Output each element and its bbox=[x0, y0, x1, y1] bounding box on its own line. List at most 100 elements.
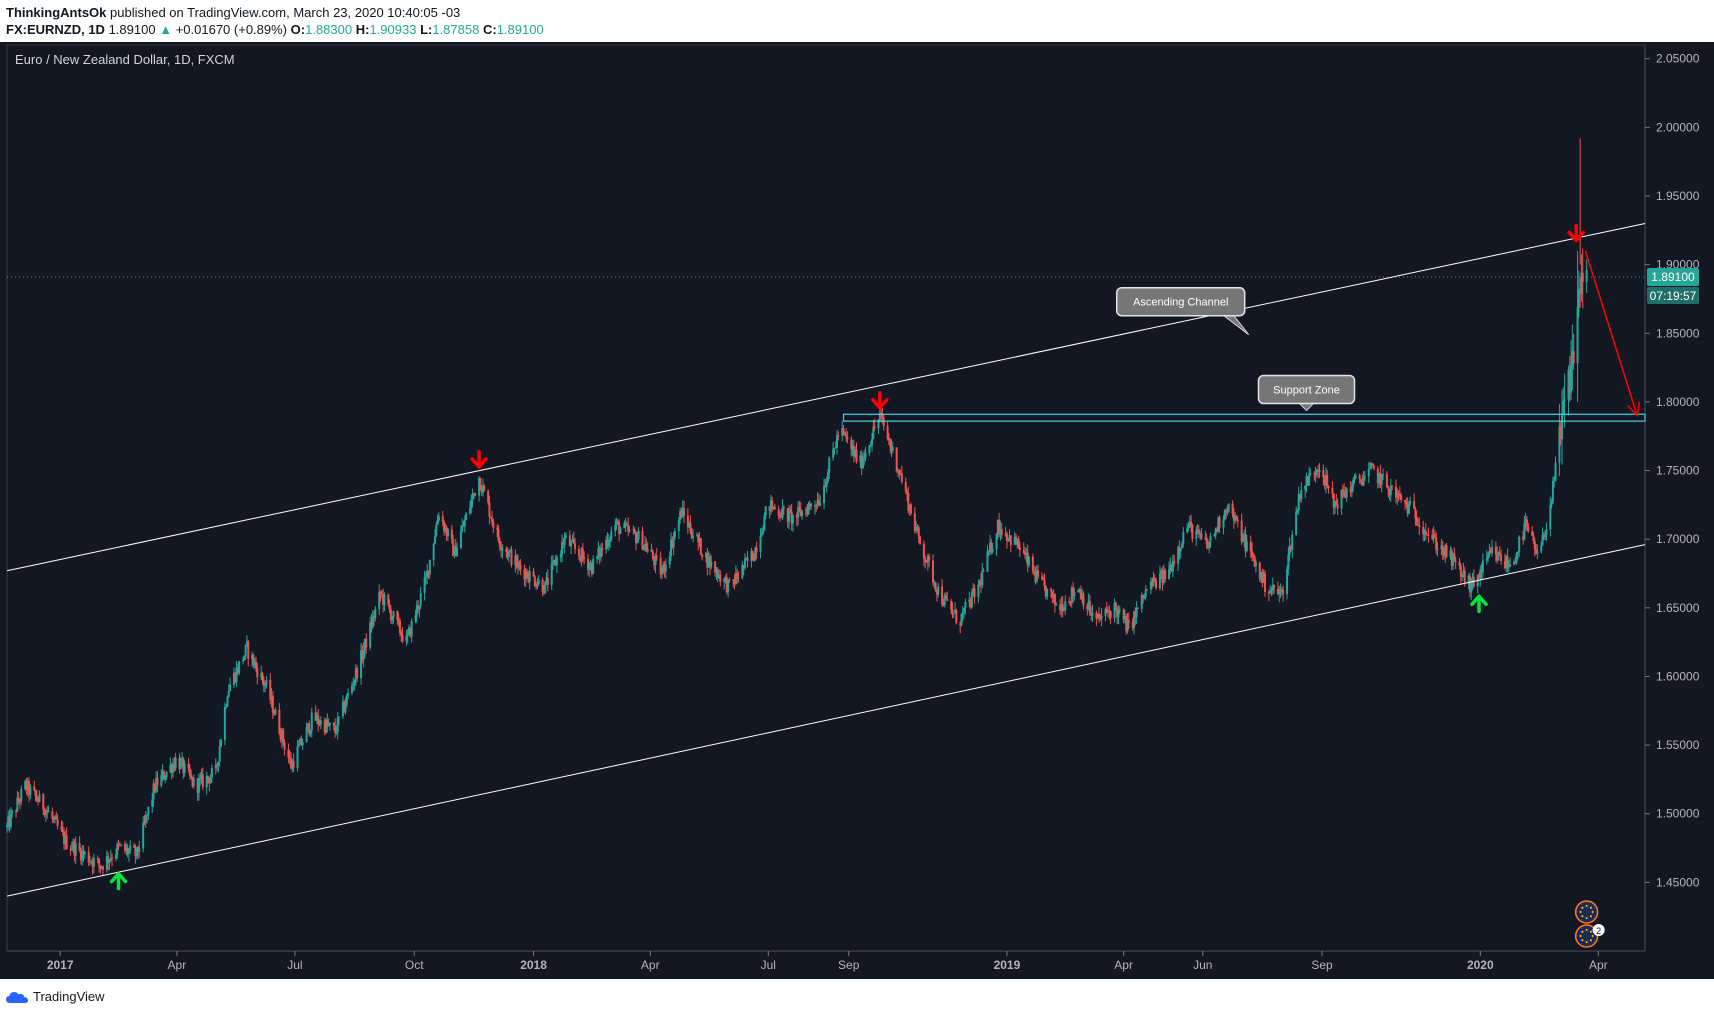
time-tick-label: 2019 bbox=[994, 958, 1021, 972]
candle-body bbox=[56, 819, 59, 827]
high-label: H: bbox=[355, 22, 370, 37]
candle-body bbox=[265, 679, 268, 686]
candle-body bbox=[873, 426, 876, 429]
candle-body bbox=[864, 453, 867, 458]
candle-body bbox=[546, 577, 549, 585]
candle-body bbox=[819, 503, 822, 506]
candle-body bbox=[459, 531, 462, 548]
candle-body bbox=[1168, 569, 1171, 580]
candle-body bbox=[1218, 517, 1221, 528]
candle-body bbox=[465, 513, 468, 520]
event-badge[interactable] bbox=[1574, 900, 1599, 924]
candle-body bbox=[871, 438, 874, 445]
candle-body bbox=[710, 561, 713, 568]
candle-body bbox=[1367, 468, 1370, 477]
candle-body bbox=[164, 777, 167, 780]
symbol-label[interactable]: FX:EURNZD, 1D bbox=[6, 22, 105, 37]
candle-body bbox=[1236, 520, 1239, 522]
candle-body bbox=[65, 835, 68, 849]
candle-body bbox=[283, 742, 286, 750]
candle-body bbox=[98, 859, 101, 866]
candle-body bbox=[35, 795, 38, 801]
candle-body bbox=[1190, 521, 1193, 525]
candle-body bbox=[825, 481, 828, 487]
candle-body bbox=[1245, 541, 1248, 552]
candle-body bbox=[423, 577, 426, 594]
candle-body bbox=[1532, 535, 1535, 541]
candle-body bbox=[1286, 569, 1289, 595]
chart-background bbox=[0, 42, 1714, 979]
candle-body bbox=[1540, 545, 1543, 552]
candle-body bbox=[188, 768, 191, 776]
candle-body bbox=[179, 760, 182, 770]
candle-body bbox=[1143, 597, 1146, 599]
candle-body bbox=[61, 829, 64, 833]
candle-body bbox=[1453, 553, 1456, 562]
time-tick-label: Apr bbox=[1114, 958, 1133, 972]
price-tick-label: 1.50000 bbox=[1656, 807, 1700, 821]
candle-body bbox=[160, 774, 163, 786]
candle-body bbox=[406, 633, 409, 636]
candle-body bbox=[405, 635, 408, 642]
candle-body bbox=[519, 565, 522, 570]
candle-body bbox=[574, 543, 577, 550]
candle-body bbox=[526, 571, 529, 578]
candle-body bbox=[1046, 588, 1049, 597]
candle-body bbox=[1053, 593, 1056, 605]
last-price-label[interactable]: 1.89100 bbox=[1651, 270, 1695, 284]
candle-body bbox=[238, 660, 241, 673]
candle-body bbox=[977, 584, 980, 598]
candle-body bbox=[410, 620, 413, 637]
candle-body bbox=[941, 586, 944, 604]
candle-body bbox=[219, 739, 222, 747]
candle-body bbox=[728, 579, 731, 581]
candle-body bbox=[1340, 489, 1343, 509]
candle-body bbox=[1358, 475, 1361, 480]
candle-body bbox=[552, 561, 554, 564]
candle-body bbox=[886, 426, 889, 439]
candle-body bbox=[114, 854, 117, 859]
candle-body bbox=[190, 775, 193, 778]
candle-body bbox=[1341, 489, 1344, 492]
candle-body bbox=[335, 732, 338, 734]
candle-body bbox=[1549, 504, 1552, 530]
candle-body bbox=[1254, 562, 1257, 567]
candle-body bbox=[1560, 413, 1563, 440]
candle-body bbox=[1009, 535, 1012, 545]
candle-body bbox=[1179, 548, 1182, 552]
candle-body bbox=[692, 536, 695, 538]
candle-body bbox=[497, 529, 500, 541]
candle-body bbox=[823, 485, 826, 504]
candle-body bbox=[1441, 545, 1444, 553]
candle-body bbox=[610, 531, 613, 540]
candle-body bbox=[297, 744, 300, 747]
candle-body bbox=[419, 593, 422, 606]
time-tick-label: 2018 bbox=[520, 958, 547, 972]
candle-body bbox=[17, 797, 20, 802]
chart-svg[interactable]: Euro / New Zealand Dollar, 1D, FXCM 2.05… bbox=[0, 42, 1714, 979]
publication-line: ThinkingAntsOk published on TradingView.… bbox=[6, 5, 460, 20]
candle-body bbox=[855, 449, 858, 462]
candle-body bbox=[1114, 602, 1117, 609]
candle-body bbox=[536, 583, 539, 587]
candle-body bbox=[461, 525, 464, 532]
candle-body bbox=[262, 680, 265, 686]
candle-body bbox=[987, 551, 990, 553]
candle-body bbox=[872, 426, 875, 439]
candle-body bbox=[1127, 620, 1130, 623]
candle-body bbox=[986, 551, 989, 572]
price-tick-label: 1.65000 bbox=[1656, 601, 1700, 615]
candle-body bbox=[243, 655, 246, 661]
candle-body bbox=[596, 555, 599, 560]
author-name[interactable]: ThinkingAntsOk bbox=[6, 5, 106, 20]
candle-body bbox=[147, 806, 150, 815]
candle-body bbox=[1424, 531, 1427, 535]
price-tick-label: 1.70000 bbox=[1656, 532, 1700, 546]
tradingview-logo[interactable]: TradingView bbox=[6, 989, 105, 1004]
candle-body bbox=[1186, 528, 1189, 533]
chart-area[interactable]: Euro / New Zealand Dollar, 1D, FXCM 2.05… bbox=[0, 42, 1714, 979]
candle-body bbox=[1404, 500, 1407, 503]
candle-body bbox=[1043, 579, 1046, 587]
candle-body bbox=[1335, 500, 1338, 505]
candle-body bbox=[861, 459, 864, 469]
